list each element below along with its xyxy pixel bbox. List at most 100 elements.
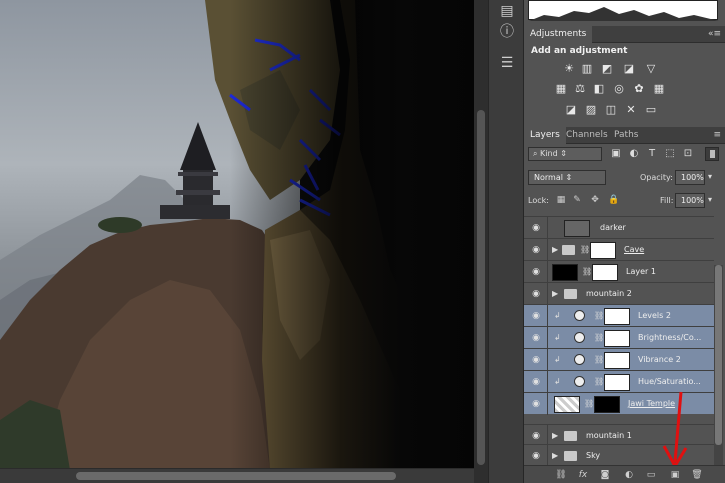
layer-name: Hue/Saturatio... [638,377,701,386]
posterize-icon[interactable]: ▨ [584,103,598,117]
layer-name: Levels 2 [638,311,671,320]
clip-icon: ↲ [554,355,561,364]
layer-row-cave[interactable]: ◉ ▶ ⛓ Cave [524,238,714,261]
link-icon: ⛓ [594,377,605,386]
layer-name: Layer 1 [626,267,656,276]
folder-icon [564,289,577,299]
expand-arrow-icon[interactable]: ▶ [552,289,558,298]
folder-icon[interactable]: ▭ [644,469,658,481]
layer-mask-thumbnail [594,396,620,413]
layer-row-levels2[interactable]: ◉ ↲ ⛓ Levels 2 [524,304,714,327]
gradient-map-icon[interactable]: ▭ [644,103,658,117]
brightness-icon[interactable]: ☀ [562,62,576,76]
eye-icon[interactable]: ◉ [529,399,543,409]
curves-icon[interactable]: ◩ [600,62,614,76]
lookup-icon[interactable]: ▦ [652,82,666,96]
eye-icon[interactable]: ◉ [529,377,543,387]
adjustment-layer-icon [574,376,585,387]
eye-icon[interactable]: ◉ [529,431,543,441]
selective-color-icon[interactable]: ✕ [624,103,638,117]
lock-all-icon[interactable]: 🔒 [608,195,619,205]
invert-icon[interactable]: ◪ [564,103,578,117]
canvas-vertical-scrollbar[interactable] [474,0,488,483]
layer-thumbnail [554,396,580,413]
layer-row-mountain2[interactable]: ◉ ▶ mountain 2 [524,282,714,305]
layer-mask-thumbnail [604,330,630,347]
eye-icon[interactable]: ◉ [529,245,543,255]
clip-icon: ↲ [554,333,561,342]
layers-scrollbar[interactable] [714,265,723,465]
levels-icon[interactable]: ▥ [580,62,594,76]
tab-paths[interactable]: Paths [608,127,644,144]
fill-input[interactable]: 100% [675,193,705,208]
align-icon[interactable]: ☰ [495,52,519,74]
layer-row-sky[interactable]: ◉ ▶ Sky [524,444,714,467]
layer-row-hue-saturation[interactable]: ◉ ↲ ⛓ Hue/Saturatio... [524,370,714,393]
folder-icon [562,245,575,255]
panel-menu-icon[interactable]: ≡ [713,130,721,140]
link-icon[interactable]: ⛓ [554,469,568,481]
adjustment-icon[interactable]: ◐ [622,469,636,481]
bw-icon[interactable]: ◧ [592,82,606,96]
gradient-triangle-icon[interactable]: ▽ [644,62,658,76]
lock-paint-icon[interactable]: ✎ [572,195,582,205]
filter-shape-icon[interactable]: ⬚ [664,148,676,160]
filter-adjustment-icon[interactable]: ◐ [628,148,640,160]
layer-mask-thumbnail [592,264,618,281]
expand-arrow-icon[interactable]: ▶ [552,245,558,254]
expand-arrow-icon[interactable]: ▶ [552,431,558,440]
tab-adjustments[interactable]: Adjustments [524,26,593,43]
layer-mask-thumbnail [604,308,630,325]
canvas-horizontal-scrollbar[interactable] [0,468,474,483]
info-icon-top[interactable]: ▤ [495,0,519,22]
eye-icon[interactable]: ◉ [529,333,543,343]
adjustments-title: Add an adjustment [531,46,628,56]
eye-icon[interactable]: ◉ [529,311,543,321]
filter-kind-select[interactable]: ⌕ Kind ⇕ [528,147,602,161]
mask-icon[interactable]: ◙ [598,469,612,481]
blend-mode-value: Normal [534,173,563,182]
adjustment-layer-icon [574,354,585,365]
eye-icon[interactable]: ◉ [529,289,543,299]
expand-arrow-icon[interactable]: ▶ [552,451,558,460]
fill-dropdown-icon[interactable]: ▾ [708,195,712,204]
eye-icon[interactable]: ◉ [529,267,543,277]
layer-row-jawi-temple[interactable]: ◉ ⛓ Jawi Temple [524,392,714,415]
mixer-icon[interactable]: ✿ [632,82,646,96]
filter-smart-icon[interactable]: ⊡ [682,148,694,160]
fx-icon[interactable]: fx [576,469,590,481]
filter-pixel-icon[interactable]: ▣ [610,148,622,160]
scroll-thumb[interactable] [715,265,722,445]
panel-menu-icon[interactable]: «≡ [708,29,721,39]
blend-mode-select[interactable]: Normal ⇕ [528,170,606,185]
balance-icon[interactable]: ⚖ [573,82,587,96]
eye-icon[interactable]: ◉ [529,451,543,461]
info-icon[interactable]: ⓘ [495,20,519,42]
adjustment-layer-icon [574,332,585,343]
trash-icon[interactable]: 🗑 [690,469,704,481]
clip-icon: ↲ [554,311,561,320]
lock-move-icon[interactable]: ✥ [590,195,600,205]
scroll-thumb[interactable] [76,472,396,480]
lock-transparency-icon[interactable]: ▦ [556,195,566,205]
exposure-icon[interactable]: ◪ [622,62,636,76]
opacity-input[interactable]: 100% [675,170,705,185]
scroll-thumb[interactable] [477,110,485,465]
tab-channels[interactable]: Channels [560,127,614,144]
layer-row-mountain1[interactable]: ◉ ▶ mountain 1 [524,424,714,447]
filter-toggle[interactable] [705,147,719,161]
eye-icon[interactable]: ◉ [529,355,543,365]
document-canvas[interactable] [0,0,474,468]
layer-row-layer1[interactable]: ◉ ⛓ Layer 1 [524,260,714,283]
threshold-icon[interactable]: ◫ [604,103,618,117]
layer-row-darker[interactable]: ◉ darker [524,216,714,239]
photo-filter-icon[interactable]: ◎ [612,82,626,96]
layer-row-brightness[interactable]: ◉ ↲ ⛓ Brightness/Co... [524,326,714,349]
layer-row-vibrance2[interactable]: ◉ ↲ ⛓ Vibrance 2 [524,348,714,371]
link-icon: ⛓ [594,355,605,364]
eye-icon[interactable]: ◉ [529,223,543,233]
filter-type-icon[interactable]: T [646,148,658,160]
opacity-dropdown-icon[interactable]: ▾ [708,172,712,181]
vibrance-icon[interactable]: ▦ [554,82,568,96]
new-layer-icon[interactable]: ▣ [668,469,682,481]
